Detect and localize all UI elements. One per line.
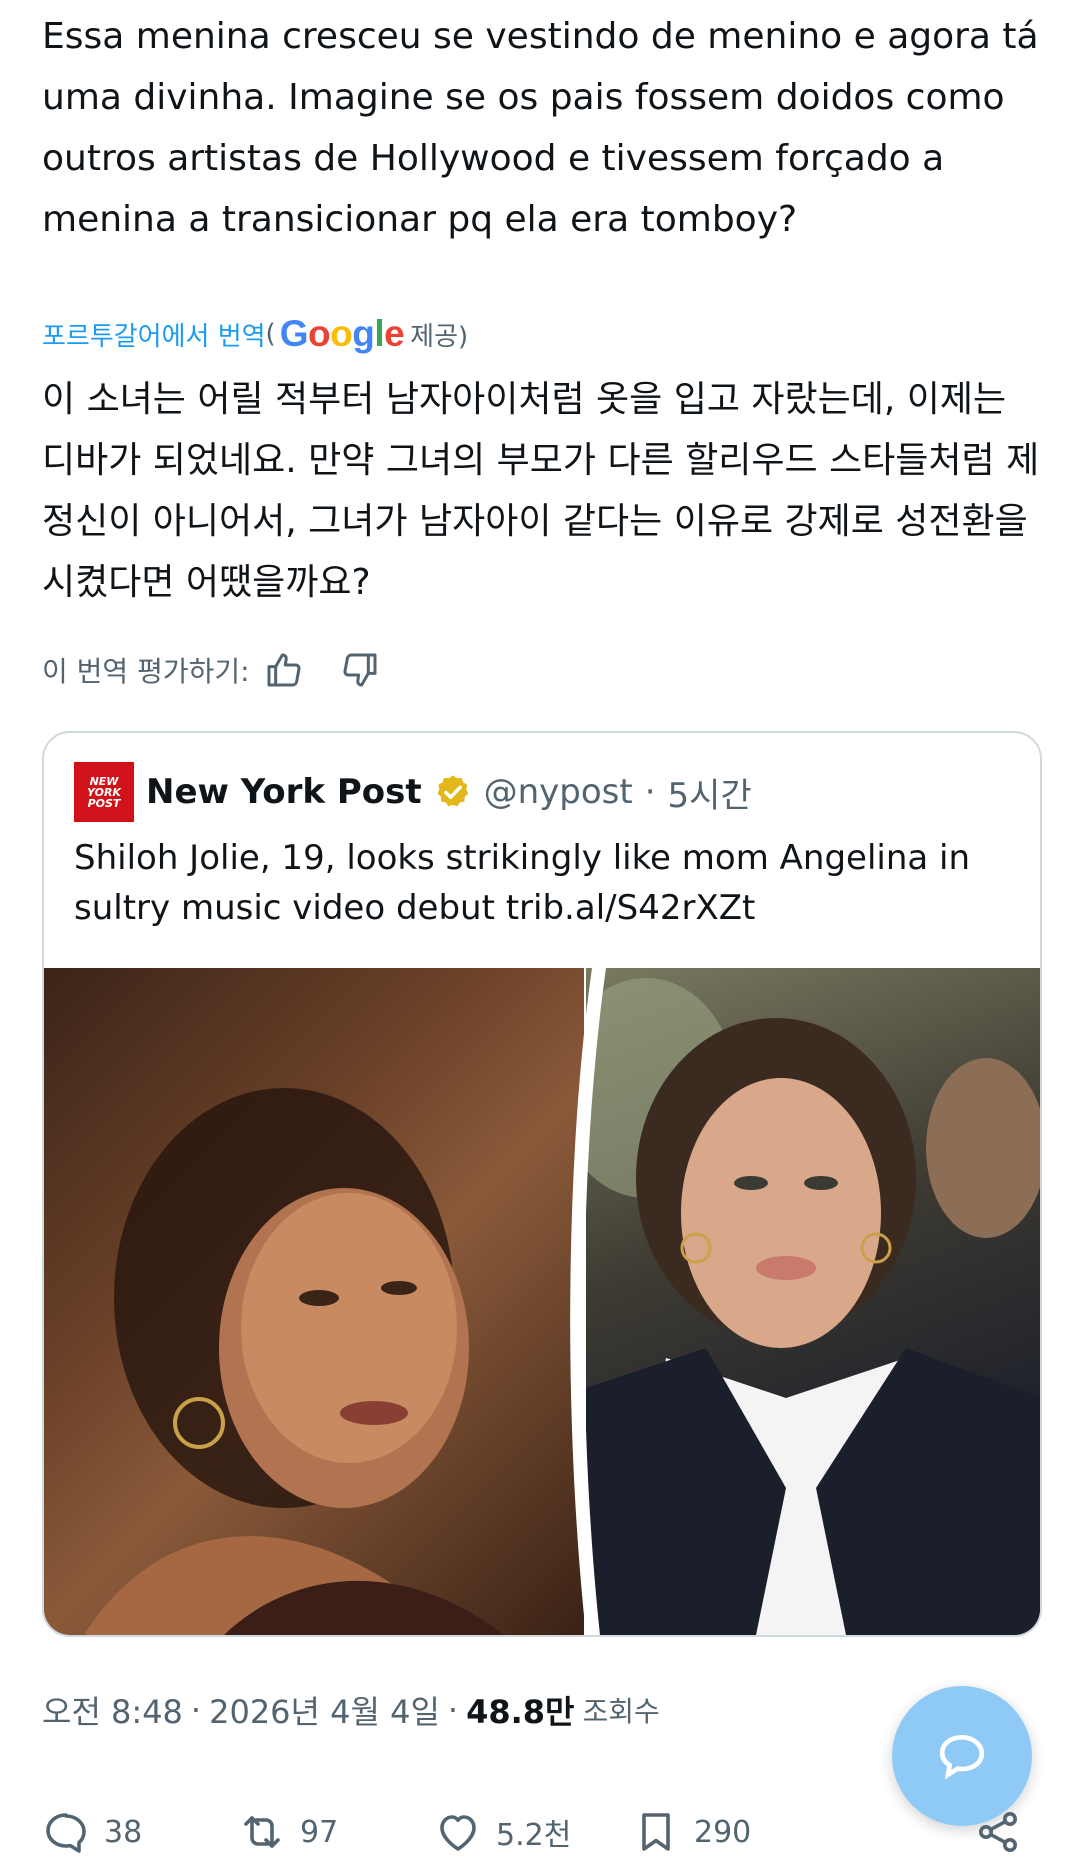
reply-icon xyxy=(46,1813,86,1853)
meta-separator: · xyxy=(447,1691,459,1729)
translate-source-link[interactable]: 포르투갈어에서 번역 xyxy=(42,316,266,353)
repost-button[interactable]: 97 xyxy=(238,1800,338,1864)
translate-provided-label: 제공) xyxy=(410,321,469,352)
bookmark-count: 290 xyxy=(694,1814,752,1850)
share-icon xyxy=(979,1812,1017,1852)
quoted-post-text: Shiloh Jolie, 19, looks strikingly like … xyxy=(74,838,971,928)
translated-text: 이 소녀는 어릴 적부터 남자아이처럼 옷을 입고 자랐는데, 이제는 디바가 … xyxy=(42,379,1040,603)
verified-badge-icon xyxy=(437,775,468,807)
quoted-post-time[interactable]: 5시간 xyxy=(668,768,752,817)
repost-icon xyxy=(244,1816,280,1848)
meta-separator: · xyxy=(190,1691,202,1729)
reply-button[interactable]: 38 xyxy=(42,1800,142,1864)
new-york-post-logo[interactable]: NEW YORK POST xyxy=(74,762,134,822)
post-date[interactable]: 2026년 4월 4일 xyxy=(209,1687,440,1733)
share-button[interactable] xyxy=(974,1800,1022,1864)
photo-divider xyxy=(570,968,606,1635)
post-action-bar: 38 97 5.2천 290 xyxy=(42,1800,1042,1864)
view-count: 48.8만 xyxy=(466,1693,575,1731)
thumbs-up-icon[interactable] xyxy=(264,650,304,690)
view-count-label: 조회수 xyxy=(582,1695,660,1728)
paren-open: ( xyxy=(265,319,276,349)
translation-attribution: 포르투갈어에서 번역 ( Google 제공) xyxy=(42,312,468,356)
like-button[interactable]: 5.2천 xyxy=(434,1800,571,1864)
chat-bubble-icon xyxy=(939,1734,985,1780)
shiloh-photo-art xyxy=(84,1088,504,1635)
repost-count: 97 xyxy=(300,1814,339,1850)
quoted-author-name[interactable]: New York Post xyxy=(146,772,422,812)
angelina-photo xyxy=(556,968,1040,1635)
separator-dot: · xyxy=(644,772,656,812)
tweet-text: Essa menina cresceu se vestindo de menin… xyxy=(42,16,1039,240)
reply-count: 38 xyxy=(104,1814,143,1850)
angelina-photo-art xyxy=(556,978,1040,1635)
bookmark-button[interactable]: 290 xyxy=(632,1800,751,1864)
quoted-author-handle[interactable]: @nypost xyxy=(484,772,633,812)
quoted-post[interactable]: NEW YORK POST New York Post @nypost · 5시간 … xyxy=(42,731,1042,1637)
quoted-post-media[interactable] xyxy=(44,968,1040,1635)
rate-translation-label: 이 번역 평가하기: xyxy=(42,655,250,688)
like-count: 5.2천 xyxy=(496,1818,572,1853)
thumbs-down-icon[interactable] xyxy=(340,650,380,690)
post-meta: 오전 8:48 · 2026년 4월 4일 · 48.8만 조회수 xyxy=(42,1680,660,1740)
rate-translation-row: 이 번역 평가하기: xyxy=(42,640,380,700)
quoted-post-header: NEW YORK POST New York Post @nypost · 5시간 xyxy=(74,762,752,822)
google-logo: Google xyxy=(279,313,405,354)
shiloh-photo xyxy=(44,968,584,1635)
heart-icon xyxy=(440,1815,476,1851)
post-time[interactable]: 오전 8:48 xyxy=(42,1687,183,1733)
bookmark-icon xyxy=(642,1813,670,1851)
